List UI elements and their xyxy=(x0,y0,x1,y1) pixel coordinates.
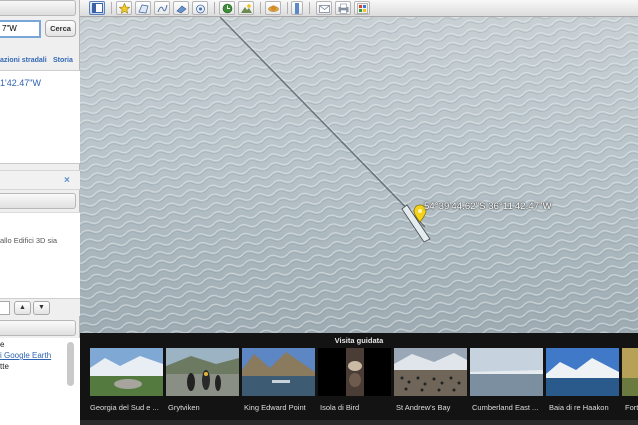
tour-item-label[interactable]: King Edward Point xyxy=(244,403,320,412)
divider xyxy=(0,163,80,164)
print-icon xyxy=(338,3,349,14)
add-placemark-button[interactable] xyxy=(116,1,132,15)
search-tabs: azioni stradali Storia xyxy=(0,57,80,69)
maps-icon xyxy=(357,3,368,14)
down-arrow-icon: ▼ xyxy=(38,304,45,311)
toolbar-separator xyxy=(260,2,261,14)
planets-icon xyxy=(268,5,279,12)
tour-image xyxy=(318,348,391,396)
add-path-button[interactable] xyxy=(154,1,170,15)
tour-image xyxy=(242,348,315,396)
ruler-icon xyxy=(295,3,299,14)
tour-thumbnail[interactable] xyxy=(318,348,391,396)
ruler-button[interactable] xyxy=(291,1,303,15)
layers-list: e i Google Earth tte xyxy=(0,338,80,425)
tour-item-label[interactable]: Grytviken xyxy=(168,403,244,412)
tour-item-label[interactable]: Isola di Bird xyxy=(320,403,396,412)
places-field[interactable] xyxy=(0,301,10,315)
toolbar-separator xyxy=(287,2,288,14)
list-item[interactable]: tte xyxy=(0,362,9,371)
close-icon[interactable]: × xyxy=(64,175,70,186)
tour-item-label[interactable]: Baia di re Haakon xyxy=(549,403,625,412)
places-panel-header[interactable] xyxy=(0,193,76,209)
tour-item-label[interactable]: Georgia del Sud e ... xyxy=(90,403,166,412)
tour-thumbnail[interactable] xyxy=(470,348,543,396)
search-result-coords[interactable]: 1'42.47"W xyxy=(0,78,41,88)
sun-button[interactable] xyxy=(238,1,254,15)
tour-thumbnail[interactable] xyxy=(622,348,638,396)
tour-item-label[interactable]: St Andrew's Bay xyxy=(396,403,472,412)
tour-title: Visita guidata xyxy=(334,336,384,345)
sun-icon xyxy=(241,4,252,13)
toolbar-separator xyxy=(111,2,112,14)
tab-directions[interactable]: azioni stradali xyxy=(0,57,47,64)
tour-item-label[interactable]: Cumberland East ... xyxy=(472,403,548,412)
placemark-label[interactable]: 54°39'44.62"S 36°11'42.47"W xyxy=(424,201,552,212)
search-input[interactable]: 7"W xyxy=(0,20,41,38)
search-row: 7"W Cerca xyxy=(0,20,80,38)
email-button[interactable] xyxy=(316,1,332,15)
placemark-icon xyxy=(119,3,130,14)
list-item-link[interactable]: i Google Earth xyxy=(0,351,51,360)
main-toolbar xyxy=(80,0,638,17)
toolbar-separator xyxy=(309,2,310,14)
polygon-icon xyxy=(138,4,149,14)
toolbar-separator xyxy=(214,2,215,14)
left-sidebar: 7"W Cerca azioni stradali Storia 1'42.47… xyxy=(0,0,80,425)
record-tour-button[interactable] xyxy=(192,1,208,15)
tour-thumbnail[interactable] xyxy=(546,348,619,396)
tab-history[interactable]: Storia xyxy=(53,57,73,64)
move-up-button[interactable]: ▲ xyxy=(14,301,31,315)
historical-imagery-button[interactable] xyxy=(219,1,235,15)
move-down-button[interactable]: ▼ xyxy=(33,301,50,315)
add-image-overlay-button[interactable] xyxy=(173,1,189,15)
planets-button[interactable] xyxy=(265,1,281,15)
satellite-imagery xyxy=(80,17,638,333)
status-bar xyxy=(80,420,638,425)
sidebar-toggle-button[interactable] xyxy=(89,1,105,15)
record-tour-icon xyxy=(196,4,205,14)
globe-view[interactable]: 54°39'44.62"S 36°11'42.47"W xyxy=(80,17,638,333)
print-button[interactable] xyxy=(335,1,351,15)
scrollbar[interactable] xyxy=(67,342,74,386)
list-item[interactable]: e xyxy=(0,340,4,349)
sidebar-toggle-icon xyxy=(92,3,103,13)
app-window: 7"W Cerca azioni stradali Storia 1'42.47… xyxy=(0,0,638,425)
places-nav-row: ▲ ▼ xyxy=(0,298,80,316)
tour-thumbnail[interactable] xyxy=(166,348,239,396)
tour-image xyxy=(166,348,239,396)
tour-item-label[interactable]: Fort xyxy=(625,403,638,412)
search-panel-header[interactable] xyxy=(0,0,76,16)
tour-image xyxy=(546,348,619,396)
path-icon xyxy=(157,4,168,13)
tour-image xyxy=(470,348,543,396)
tour-image xyxy=(394,348,467,396)
search-button[interactable]: Cerca xyxy=(45,20,76,37)
guided-tour-strip: Visita guidata Georgia del Sud e ... Gry… xyxy=(80,333,638,425)
image-overlay-icon xyxy=(176,5,187,14)
email-icon xyxy=(319,5,330,13)
tour-image xyxy=(90,348,163,396)
tour-thumbnail[interactable] xyxy=(394,348,467,396)
up-arrow-icon: ▲ xyxy=(19,304,26,311)
results-toolbar: × xyxy=(0,170,80,190)
historical-imagery-icon xyxy=(222,3,233,14)
tour-image xyxy=(622,348,638,396)
add-polygon-button[interactable] xyxy=(135,1,151,15)
layers-panel-header[interactable] xyxy=(0,320,76,336)
search-results: 1'42.47"W xyxy=(0,71,80,163)
tour-thumbnail[interactable] xyxy=(242,348,315,396)
places-panel: allo Edifici 3D sia xyxy=(0,212,80,298)
tour-thumbnail[interactable] xyxy=(90,348,163,396)
places-text: allo Edifici 3D sia xyxy=(0,236,58,245)
view-in-maps-button[interactable] xyxy=(354,1,370,15)
